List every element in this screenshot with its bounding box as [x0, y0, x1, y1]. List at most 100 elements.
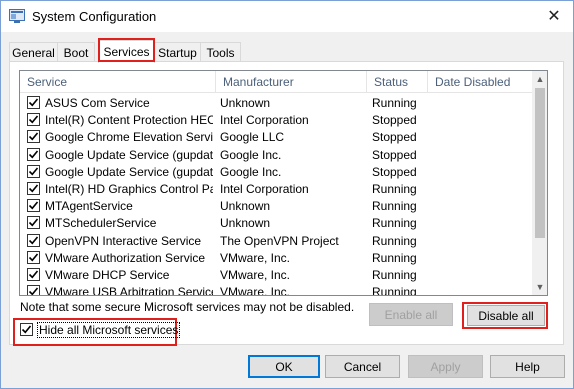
service-checkbox[interactable]: [27, 267, 40, 281]
scrollbar-thumb[interactable]: [535, 88, 545, 238]
service-row[interactable]: MTAgentService Unknown Running: [20, 197, 532, 214]
service-row[interactable]: VMware DHCP Service VMware, Inc. Running: [20, 266, 532, 283]
service-row[interactable]: Intel(R) HD Graphics Control Pa... Intel …: [20, 180, 532, 197]
close-button[interactable]: ✕: [541, 5, 567, 27]
service-checkbox[interactable]: [27, 164, 40, 178]
tab-startup[interactable]: Startup: [154, 42, 201, 62]
column-header-date-disabled[interactable]: Date Disabled: [428, 71, 532, 93]
service-checkbox[interactable]: [27, 250, 40, 264]
services-list[interactable]: Service Manufacturer Status Date Disable…: [19, 70, 548, 296]
service-status: Running: [372, 250, 417, 265]
service-checkbox[interactable]: [27, 147, 40, 161]
disable-all-label: Disable all: [478, 308, 534, 323]
close-icon: ✕: [547, 8, 561, 25]
cancel-label: Cancel: [343, 359, 382, 374]
service-checkbox[interactable]: [27, 181, 40, 195]
column-header-manufacturer[interactable]: Manufacturer: [216, 71, 367, 93]
service-status: Running: [372, 181, 417, 196]
service-checkbox[interactable]: [27, 199, 40, 213]
service-row[interactable]: VMware USB Arbitration Service VMware, In…: [20, 283, 532, 296]
service-manufacturer: VMware, Inc.: [220, 267, 291, 282]
service-checkbox[interactable]: [27, 96, 40, 109]
arrow-up-icon: ▲: [535, 74, 545, 84]
service-status: Stopped: [372, 147, 417, 162]
help-label: Help: [515, 359, 540, 374]
service-manufacturer: The OpenVPN Project: [220, 233, 339, 248]
apply-button[interactable]: Apply: [408, 355, 483, 378]
checkmark-icon: [28, 270, 39, 279]
scroll-up-button[interactable]: ▲: [532, 71, 547, 87]
enable-all-label: Enable all: [384, 307, 438, 322]
service-name: Intel(R) Content Protection HEC...: [45, 113, 213, 128]
checkmark-icon: [28, 218, 39, 227]
service-manufacturer: Google Inc.: [220, 164, 282, 179]
tab-label: Boot: [63, 45, 89, 60]
vertical-scrollbar[interactable]: ▲ ▼: [532, 71, 547, 295]
service-checkbox[interactable]: [27, 233, 40, 247]
checkmark-icon: [28, 115, 39, 124]
service-checkbox[interactable]: [27, 113, 40, 127]
cancel-button[interactable]: Cancel: [325, 355, 400, 378]
apply-label: Apply: [430, 359, 461, 374]
service-row[interactable]: Intel(R) Content Protection HEC... Intel …: [20, 111, 532, 128]
checkmark-icon: [28, 132, 39, 141]
service-checkbox[interactable]: [27, 130, 40, 144]
service-name: VMware DHCP Service: [45, 267, 170, 282]
service-row[interactable]: MTSchedulerService Unknown Running: [20, 214, 532, 231]
service-name: Google Chrome Elevation Servic...: [45, 130, 213, 145]
title-bar[interactable]: System Configuration ✕: [1, 1, 573, 32]
column-header-status[interactable]: Status: [367, 71, 428, 93]
service-row[interactable]: Google Chrome Elevation Servic... Google …: [20, 128, 532, 145]
checkmark-icon: [28, 201, 39, 210]
checkmark-icon: [28, 150, 39, 159]
service-manufacturer: Google LLC: [220, 130, 285, 145]
service-status: Stopped: [372, 164, 417, 179]
service-name: VMware USB Arbitration Service: [45, 285, 213, 296]
service-status: Running: [372, 96, 417, 110]
service-name: MTAgentService: [45, 199, 133, 214]
service-row[interactable]: Google Update Service (gupdatem) Google I…: [20, 163, 532, 180]
service-manufacturer: Unknown: [220, 216, 271, 231]
service-manufacturer: VMware, Inc.: [220, 285, 291, 296]
disable-all-button[interactable]: Disable all: [467, 305, 545, 326]
service-name: ASUS Com Service: [45, 96, 150, 110]
column-header-service[interactable]: Service: [20, 71, 216, 93]
enable-all-button[interactable]: Enable all: [369, 303, 453, 326]
service-row[interactable]: ASUS Com Service Unknown Running: [20, 94, 532, 111]
tab-label: General: [12, 45, 55, 60]
service-status: Running: [372, 285, 417, 296]
service-manufacturer: Unknown: [220, 96, 271, 110]
service-name: OpenVPN Interactive Service: [45, 233, 202, 248]
service-row[interactable]: OpenVPN Interactive Service The OpenVPN P…: [20, 232, 532, 249]
service-manufacturer: Google Inc.: [220, 147, 282, 162]
ok-label: OK: [275, 359, 293, 374]
service-status: Stopped: [372, 113, 417, 128]
checkmark-icon: [28, 184, 39, 193]
tab-label: Startup: [158, 45, 197, 60]
help-button[interactable]: Help: [490, 355, 565, 378]
hide-microsoft-checkbox[interactable]: [20, 323, 33, 336]
service-manufacturer: Unknown: [220, 199, 271, 214]
service-status: Running: [372, 216, 417, 231]
service-checkbox[interactable]: [27, 285, 40, 295]
service-name: Google Update Service (gupdate): [45, 147, 213, 162]
tab-boot[interactable]: Boot: [57, 42, 95, 62]
service-manufacturer: Intel Corporation: [220, 181, 309, 196]
service-status: Stopped: [372, 130, 417, 145]
scroll-down-button[interactable]: ▼: [532, 279, 547, 295]
service-checkbox[interactable]: [27, 216, 40, 230]
tab-label: Services: [103, 45, 150, 59]
hide-microsoft-label[interactable]: Hide all Microsoft services: [37, 322, 181, 338]
service-manufacturer: Intel Corporation: [220, 113, 309, 128]
arrow-down-icon: ▼: [535, 282, 545, 292]
list-header: Service Manufacturer Status Date Disable…: [20, 71, 532, 93]
checkmark-icon: [28, 253, 39, 262]
ok-button[interactable]: OK: [248, 355, 320, 378]
tab-services[interactable]: Services: [98, 40, 155, 63]
tab-general[interactable]: General: [9, 42, 58, 62]
service-row[interactable]: VMware Authorization Service VMware, Inc.…: [20, 249, 532, 266]
service-status: Running: [372, 267, 417, 282]
checkmark-icon: [28, 98, 39, 107]
service-row[interactable]: Google Update Service (gupdate) Google In…: [20, 146, 532, 163]
tab-tools[interactable]: Tools: [200, 42, 241, 62]
